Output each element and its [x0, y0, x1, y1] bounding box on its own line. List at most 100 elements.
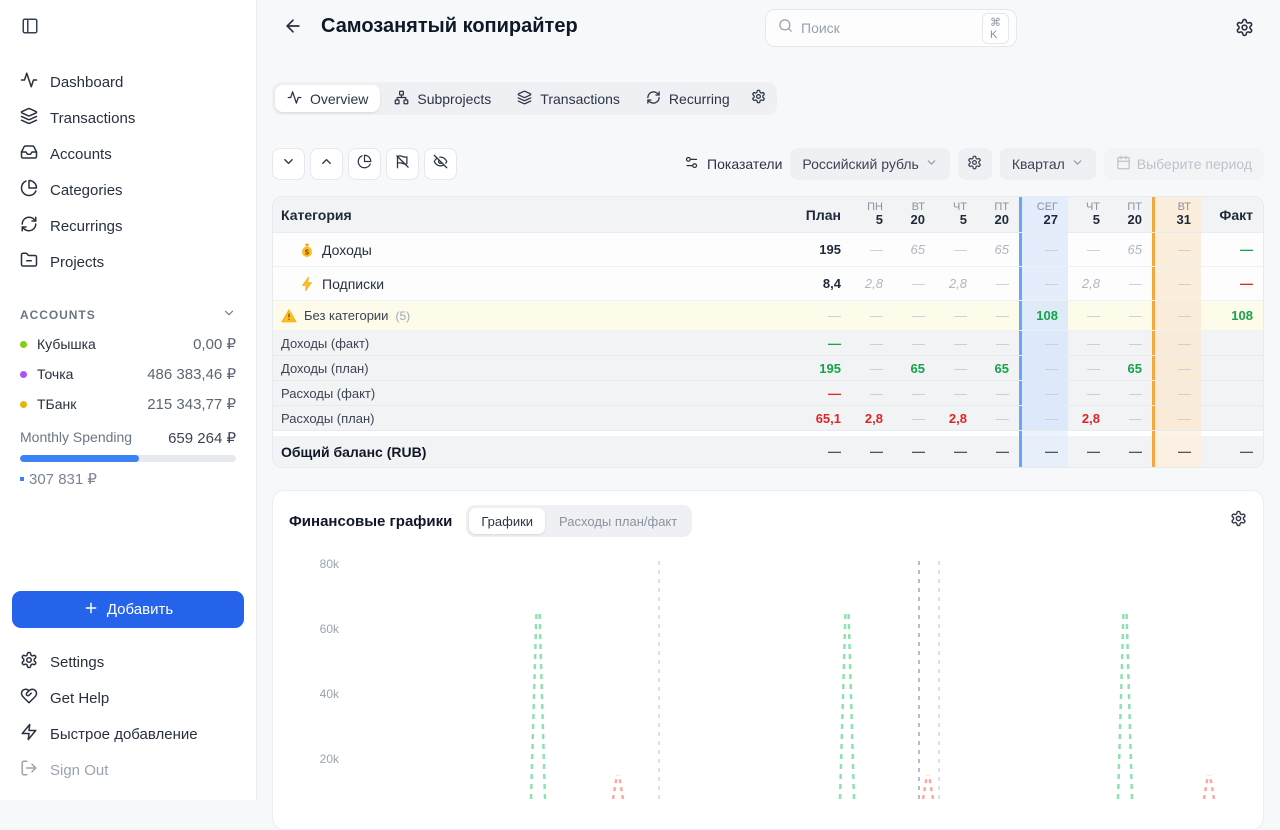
plan-value: —	[828, 385, 841, 401]
table-row-income-category[interactable]: $ Доходы 195 — 65 — 65 — — 65 — —	[273, 233, 1263, 267]
tab-label: Overview	[310, 90, 369, 107]
refresh-icon	[646, 90, 661, 108]
sidebar-item-label: Transactions	[50, 109, 136, 127]
tab-transactions[interactable]: Transactions	[505, 85, 632, 112]
sidebar-item-label: Accounts	[50, 145, 112, 163]
network-icon	[394, 90, 409, 108]
warning-icon	[281, 308, 297, 322]
financial-chart: 80k 60k 40k 20k	[273, 543, 1263, 804]
sliders-icon	[684, 155, 699, 173]
sidebar-item-get-help[interactable]: Get Help	[12, 680, 244, 716]
table-row-expense-fact: Расходы (факт) — — — — — — — — —	[273, 381, 1263, 406]
table-row-uncategorized[interactable]: Без категории (5) — — — — — 108 — — — 10…	[273, 301, 1263, 331]
account-row-tbank[interactable]: ТБанк 215 343,77 ₽	[0, 389, 256, 419]
plan-value: 65,1	[815, 410, 841, 426]
tab-overview[interactable]: Overview	[275, 85, 381, 112]
hide-button[interactable]	[424, 148, 457, 180]
expand-all-button[interactable]	[310, 148, 343, 180]
sidebar-item-settings[interactable]: Settings	[12, 644, 244, 680]
spending-progress-bar	[20, 455, 236, 462]
tabbar-settings-button[interactable]	[744, 85, 774, 112]
layers-icon	[20, 107, 38, 129]
date-range-picker[interactable]: Выберите период	[1103, 148, 1264, 180]
tab-subprojects[interactable]: Subprojects	[382, 85, 503, 112]
col-header-day: ПТ 20	[1127, 200, 1142, 228]
plan-value: —	[828, 335, 841, 351]
bullet-icon	[20, 477, 24, 481]
table-toolbar: Показатели Российский рубль Квартал Выбе…	[272, 148, 1264, 180]
eye-off-icon	[433, 154, 448, 174]
chevron-up-icon	[319, 154, 334, 174]
log-out-icon	[20, 759, 38, 781]
activity-icon	[20, 71, 38, 93]
sidebar-item-recurrings[interactable]: Recurrings	[12, 208, 244, 244]
flag-off-button[interactable]	[386, 148, 419, 180]
account-row-kubyshka[interactable]: Кубышка 0,00 ₽	[0, 329, 256, 359]
tab-expenses-plan-fact[interactable]: Расходы план/факт	[547, 508, 689, 534]
category-label: Подписки	[322, 275, 385, 292]
metrics-label: Показатели	[707, 156, 783, 172]
search-icon	[778, 18, 793, 38]
fact-value: —	[1240, 276, 1253, 291]
sidebar-item-projects[interactable]: Projects	[12, 244, 244, 280]
accounts-section-header[interactable]: ACCOUNTS	[20, 306, 236, 323]
period-select[interactable]: Квартал	[999, 148, 1096, 180]
accounts-list: Кубышка 0,00 ₽ Точка 486 383,46 ₽ ТБанк …	[0, 329, 256, 419]
sidebar-item-label: Recurrings	[50, 217, 123, 235]
back-button[interactable]	[281, 16, 305, 40]
activity-icon	[287, 90, 302, 108]
fact-value	[1201, 356, 1263, 380]
page-header: Самозанятый копирайтер ⌘ K	[257, 0, 1280, 56]
account-row-tochka[interactable]: Точка 486 383,46 ₽	[0, 359, 256, 389]
add-button[interactable]: Добавить	[12, 591, 244, 628]
sidebar-item-dashboard[interactable]: Dashboard	[12, 64, 244, 100]
tab-label: Subprojects	[417, 90, 492, 107]
category-label: Доходы	[322, 241, 372, 258]
row-label: Расходы (план)	[281, 410, 375, 426]
tab-charts[interactable]: Графики	[469, 508, 546, 534]
table-row-subscriptions-category[interactable]: Подписки 8,4 2,8 — 2,8 — — 2,8 — — —	[273, 267, 1263, 301]
chevron-down-icon	[1071, 156, 1084, 172]
total-label: Общий баланс (RUB)	[281, 443, 427, 460]
collapse-all-button[interactable]	[272, 148, 305, 180]
period-settings-button[interactable]	[957, 148, 992, 180]
sidebar-item-accounts[interactable]: Accounts	[12, 136, 244, 172]
sidebar-item-label: Быстрое добавление	[50, 725, 198, 743]
search-box[interactable]: ⌘ K	[765, 9, 1017, 47]
metrics-button[interactable]: Показатели	[684, 155, 782, 173]
plan-value: —	[828, 308, 841, 323]
plan-value: 8,4	[822, 276, 841, 291]
charts-settings-button[interactable]	[1230, 510, 1247, 532]
monthly-spending: Monthly Spending 659 264 ₽ 307 831 ₽	[0, 419, 256, 488]
project-tabbar: Overview Subprojects Transactions Recurr…	[272, 82, 777, 115]
sidebar-toggle-button[interactable]	[16, 14, 44, 42]
row-label: Расходы (факт)	[281, 385, 376, 401]
table-row-income-fact: Доходы (факт) — — — — — — — — —	[273, 331, 1263, 356]
sidebar-item-categories[interactable]: Categories	[12, 172, 244, 208]
money-bag-icon: $	[302, 243, 312, 257]
search-input[interactable]	[801, 20, 982, 36]
layers-icon	[517, 90, 532, 108]
date-range-placeholder: Выберите период	[1136, 156, 1252, 172]
table-row-total-balance: Общий баланс (RUB) — — — — — — — — — —	[273, 436, 1263, 467]
svg-text:80k: 80k	[320, 557, 340, 571]
currency-select[interactable]: Российский рубль	[790, 148, 950, 180]
chart-canvas: 80k 60k 40k 20k	[320, 557, 1216, 800]
fact-value	[1201, 406, 1263, 430]
header-settings-button[interactable]	[1235, 18, 1254, 42]
col-header-period-end: ВТ 31	[1152, 197, 1201, 232]
zap-icon	[20, 723, 38, 745]
svg-text:40k: 40k	[320, 687, 340, 701]
categories-view-button[interactable]	[348, 148, 381, 180]
monthly-spending-label: Monthly Spending	[20, 429, 133, 445]
svg-text:20k: 20k	[320, 752, 340, 766]
sidebar-item-transactions[interactable]: Transactions	[12, 100, 244, 136]
sidebar-item-label: Categories	[50, 181, 123, 199]
col-header-day: ПН 5	[867, 200, 883, 228]
tab-recurring[interactable]: Recurring	[634, 85, 742, 112]
svg-text:60k: 60k	[320, 622, 340, 636]
sidebar-item-sign-out[interactable]: Sign Out	[12, 752, 244, 788]
sidebar-item-quick-add[interactable]: Быстрое добавление	[12, 716, 244, 752]
sidebar-item-label: Get Help	[50, 689, 110, 707]
plan-value: 195	[819, 242, 841, 257]
